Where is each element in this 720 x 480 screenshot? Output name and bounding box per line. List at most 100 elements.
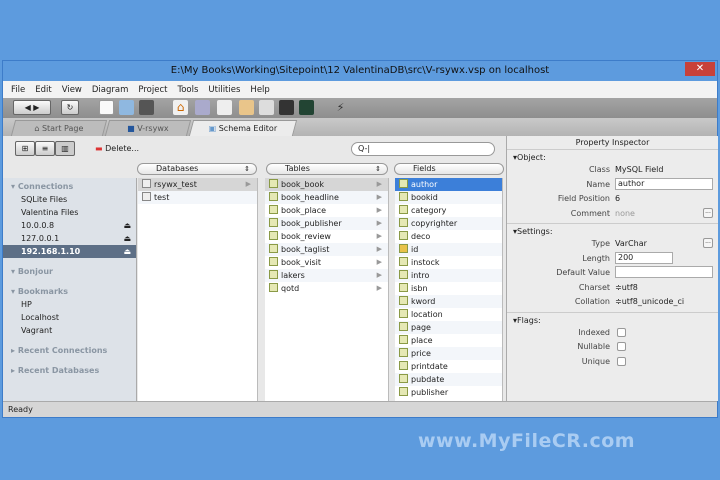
menu-view[interactable]: View	[62, 85, 82, 95]
charset-select[interactable]: ≑utf8	[615, 283, 638, 292]
field-row[interactable]: isbn	[395, 282, 502, 295]
unique-checkbox[interactable]	[617, 356, 626, 366]
console-icon[interactable]	[279, 100, 294, 115]
table-row[interactable]: book_taglist ▶	[265, 243, 388, 256]
comment-value: none	[615, 208, 635, 218]
database-icon[interactable]	[195, 100, 210, 115]
field-row[interactable]: deco	[395, 230, 502, 243]
field-row[interactable]: intro	[395, 269, 502, 282]
close-button[interactable]: ✕	[685, 62, 715, 76]
default-value-input[interactable]	[615, 266, 713, 278]
field-row[interactable]: kword	[395, 295, 502, 308]
field-icon	[399, 348, 408, 357]
home-icon[interactable]: ⌂	[173, 100, 188, 115]
field-row[interactable]: category	[395, 204, 502, 217]
tree-view-button[interactable]: ⊞	[15, 141, 35, 156]
length-input[interactable]: 200	[615, 251, 673, 264]
tab-v-rsywx[interactable]: ■ V-rsywx	[104, 120, 192, 136]
save-icon[interactable]	[139, 100, 154, 115]
flags-section-header[interactable]: ▾Flags:	[507, 313, 718, 326]
databases-popup[interactable]: Databases ⇕	[137, 163, 257, 175]
fields-popup[interactable]: Fields	[394, 163, 504, 175]
refresh-icon[interactable]: ↻	[61, 100, 79, 115]
eject-icon[interactable]: ⏏	[123, 245, 131, 258]
table-row[interactable]: lakers ▶	[265, 269, 388, 282]
default-label: Default Value	[556, 268, 610, 277]
field-icon	[399, 387, 408, 396]
field-row[interactable]: copyrighter	[395, 217, 502, 230]
menu-edit[interactable]: Edit	[35, 85, 51, 95]
table-row[interactable]: book_place ▶	[265, 204, 388, 217]
menu-project[interactable]: Project	[138, 85, 167, 95]
column-view-button[interactable]: ▥	[55, 141, 75, 156]
recent-databases-header[interactable]: ▸ Recent Databases	[3, 364, 136, 377]
field-row[interactable]: pubdate	[395, 373, 502, 386]
field-row[interactable]: instock	[395, 256, 502, 269]
delete-button[interactable]: ▬ Delete...	[95, 144, 139, 153]
eject-icon[interactable]: ⏏	[123, 232, 131, 245]
updown-icon: ⇕	[375, 165, 381, 173]
collation-select[interactable]: ≑utf8_unicode_ci	[615, 297, 684, 306]
class-label: Class	[588, 165, 610, 174]
tab-start-page[interactable]: ⌂ Start Page	[10, 120, 108, 136]
name-input[interactable]: author	[615, 177, 713, 190]
field-row[interactable]: price	[395, 347, 502, 360]
field-row[interactable]: author	[395, 178, 502, 191]
object-section-header[interactable]: ▾Object:	[507, 150, 718, 163]
sidebar-item-192-168-1-10[interactable]: 192.168.1.10 ⏏	[3, 245, 136, 258]
list-view-button[interactable]: ≡	[35, 141, 55, 156]
open-folder-icon[interactable]	[119, 100, 134, 115]
recent-connections-header[interactable]: ▸ Recent Connections	[3, 344, 136, 357]
tab-bar: ⌂ Start Page ■ V-rsywx ▣ Schema Editor	[3, 118, 717, 136]
table-row[interactable]: book_visit ▶	[265, 256, 388, 269]
back-forward-button[interactable]: ◀ ▶	[13, 100, 51, 115]
bookmark-localhost[interactable]: Localhost	[3, 311, 136, 324]
sidebar-item-sqlite[interactable]: SQLite Files	[3, 193, 136, 206]
diagram-icon[interactable]	[239, 100, 254, 115]
menu-diagram[interactable]: Diagram	[92, 85, 129, 95]
field-row[interactable]: publisher	[395, 386, 502, 399]
field-row[interactable]: id	[395, 243, 502, 256]
search-input[interactable]: Q-|	[351, 142, 495, 156]
name-label: Name	[586, 179, 610, 189]
sidebar-item-10-0-0-8[interactable]: 10.0.0.8 ⏏	[3, 219, 136, 232]
nullable-checkbox[interactable]	[617, 342, 626, 351]
table-row[interactable]: qotd ▶	[265, 282, 388, 295]
table-row[interactable]: book_review ▶	[265, 230, 388, 243]
eject-icon[interactable]: ⏏	[123, 219, 131, 232]
field-row[interactable]: bookid	[395, 191, 502, 204]
field-row[interactable]: printdate	[395, 360, 502, 373]
menu-utilities[interactable]: Utilities	[208, 85, 240, 95]
bonjour-header[interactable]: ▾ Bonjour	[3, 265, 136, 278]
database-row[interactable]: rsywx_test ▶	[138, 178, 257, 191]
tab-schema-editor[interactable]: ▣ Schema Editor	[188, 120, 298, 136]
connect-plug-icon[interactable]: ⚡	[333, 100, 348, 115]
settings-section-header[interactable]: ▾Settings:	[507, 224, 718, 237]
table-row[interactable]: book_publisher ▶	[265, 217, 388, 230]
menu-help[interactable]: Help	[250, 85, 269, 95]
sidebar-item-127-0-0-1[interactable]: 127.0.0.1 ⏏	[3, 232, 136, 245]
connections-header[interactable]: ▾ Connections	[3, 180, 136, 193]
database-row[interactable]: test▶	[138, 191, 257, 204]
length-label: Length	[582, 253, 610, 263]
indexed-checkbox[interactable]	[617, 327, 626, 337]
type-edit-button[interactable]: ...	[703, 238, 713, 248]
monitor-icon[interactable]	[299, 100, 314, 115]
field-row[interactable]: page	[395, 321, 502, 334]
menu-tools[interactable]: Tools	[177, 85, 198, 95]
table-icon[interactable]	[259, 100, 274, 115]
menu-file[interactable]: File	[11, 85, 25, 95]
field-row[interactable]: place	[395, 334, 502, 347]
new-file-icon[interactable]	[99, 100, 114, 115]
bookmark-hp[interactable]: HP	[3, 298, 136, 311]
bookmarks-header[interactable]: ▾ Bookmarks	[3, 285, 136, 298]
table-row[interactable]: book_book ▶	[265, 178, 388, 191]
charset-label: Charset	[578, 282, 610, 292]
field-row[interactable]: location	[395, 308, 502, 321]
tables-popup[interactable]: Tables ⇕	[266, 163, 388, 175]
bookmark-vagrant[interactable]: Vagrant	[3, 324, 136, 337]
sql-edit-icon[interactable]	[217, 100, 232, 115]
table-row[interactable]: book_headline ▶	[265, 191, 388, 204]
comment-edit-button[interactable]: ...	[703, 207, 713, 218]
sidebar-item-valentina[interactable]: Valentina Files	[3, 206, 136, 219]
